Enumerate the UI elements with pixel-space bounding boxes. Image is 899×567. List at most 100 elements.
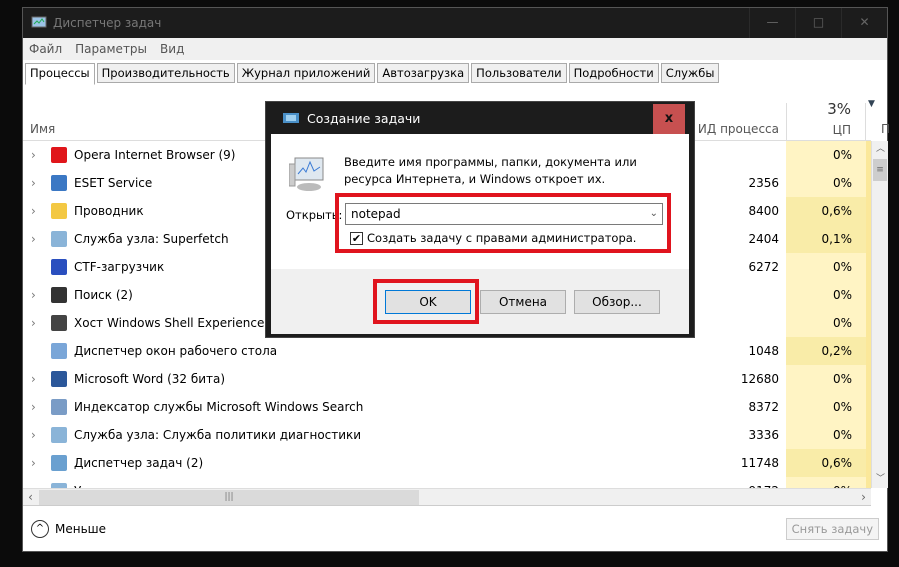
dialog-close-button[interactable]: x bbox=[653, 104, 685, 134]
process-name: Диспетчер задач (2) bbox=[74, 456, 204, 470]
process-pid: 6272 bbox=[748, 260, 779, 274]
word-icon bbox=[51, 371, 67, 387]
process-cpu: 0,1% bbox=[786, 225, 866, 253]
chevron-right-icon[interactable]: › bbox=[31, 232, 36, 246]
cancel-button[interactable]: Отмена bbox=[480, 290, 566, 314]
vertical-scrollbar[interactable]: ︿ ≡ ﹀ bbox=[871, 141, 888, 488]
column-next[interactable]: П bbox=[881, 122, 890, 136]
process-name: Индексатор службы Microsoft Windows Sear… bbox=[74, 400, 364, 414]
process-name: Поиск (2) bbox=[74, 288, 133, 302]
process-name: ESET Service bbox=[74, 176, 153, 190]
chevron-right-icon[interactable]: › bbox=[31, 428, 36, 442]
process-name: CTF-загрузчик bbox=[74, 260, 165, 274]
indexer-icon bbox=[51, 399, 67, 415]
process-cpu: 0,2% bbox=[786, 337, 866, 365]
process-pid: 11748 bbox=[740, 456, 779, 470]
gear-icon bbox=[51, 231, 67, 247]
search-icon bbox=[51, 287, 67, 303]
process-pid: 3336 bbox=[748, 428, 779, 442]
opera-icon bbox=[51, 147, 67, 163]
process-row[interactable]: Диспетчер окон рабочего стола 1048 0,2% bbox=[23, 337, 871, 365]
process-row[interactable]: › Индексатор службы Microsoft Windows Se… bbox=[23, 393, 871, 421]
menu-file[interactable]: Файл bbox=[29, 42, 62, 56]
process-name: Служба узла: Superfetch bbox=[74, 232, 229, 246]
chevron-right-icon[interactable]: › bbox=[31, 372, 36, 386]
open-label: Открыть: bbox=[286, 208, 343, 222]
title-bar: Диспетчер задач — □ ✕ bbox=[23, 8, 887, 38]
run-icon bbox=[283, 113, 299, 123]
process-row[interactable]: › Служба узла: Служба политики диагности… bbox=[23, 421, 871, 449]
process-pid: 2404 bbox=[748, 232, 779, 246]
scroll-left-icon[interactable]: ‹ bbox=[23, 489, 38, 506]
task-manager-icon bbox=[289, 157, 324, 191]
dialog-title-bar: Создание задачи x bbox=[266, 102, 694, 134]
browse-button[interactable]: Обзор... bbox=[574, 290, 660, 314]
scroll-right-icon[interactable]: › bbox=[856, 489, 871, 506]
minimize-button[interactable]: — bbox=[749, 8, 795, 38]
end-task-button[interactable]: Снять задачу bbox=[785, 518, 879, 540]
chevron-right-icon[interactable]: › bbox=[31, 288, 36, 302]
chevron-right-icon[interactable]: › bbox=[31, 148, 36, 162]
dialog-title: Создание задачи bbox=[307, 110, 421, 126]
process-pid: 2356 bbox=[748, 176, 779, 190]
highlight-input-box bbox=[335, 193, 671, 253]
column-name[interactable]: Имя bbox=[30, 122, 55, 136]
process-name: Диспетчер окон рабочего стола bbox=[74, 344, 278, 358]
chevron-right-icon[interactable]: › bbox=[31, 400, 36, 414]
pen-icon bbox=[51, 259, 67, 275]
eset-icon bbox=[51, 175, 67, 191]
sort-down-icon: ▼ bbox=[868, 99, 875, 109]
highlight-ok-box bbox=[373, 279, 479, 324]
process-cpu: 0% bbox=[786, 141, 866, 169]
process-cpu: 0% bbox=[786, 421, 866, 449]
process-name: Хост Windows Shell Experience bbox=[74, 316, 265, 330]
taskmgr-icon bbox=[51, 455, 67, 471]
tab-services[interactable]: Службы bbox=[660, 63, 720, 83]
tab-processes[interactable]: Процессы bbox=[25, 63, 95, 85]
tab-bar: Процессы Производительность Журнал прило… bbox=[23, 63, 721, 85]
chevron-right-icon[interactable]: › bbox=[31, 176, 36, 190]
tab-performance[interactable]: Производительность bbox=[96, 63, 235, 83]
process-cpu: 0% bbox=[786, 477, 866, 488]
process-cpu: 0% bbox=[786, 309, 866, 337]
process-pid: 8400 bbox=[748, 204, 779, 218]
process-cpu: 0% bbox=[786, 393, 866, 421]
process-row[interactable]: › Microsoft Word (32 бита) 12680 0% bbox=[23, 365, 871, 393]
column-cpu[interactable]: 3% ЦП bbox=[786, 100, 866, 141]
folder-icon bbox=[51, 203, 67, 219]
process-row[interactable]: › У... 9172 0% bbox=[23, 477, 871, 488]
tab-startup[interactable]: Автозагрузка bbox=[377, 63, 470, 83]
menu-view[interactable]: Вид bbox=[160, 42, 184, 56]
desktop-icon bbox=[51, 343, 67, 359]
process-cpu: 0% bbox=[786, 281, 866, 309]
dialog-prompt: Введите имя программы, папки, документа … bbox=[344, 155, 637, 186]
tab-app-history[interactable]: Журнал приложений bbox=[236, 63, 376, 83]
process-name: Opera Internet Browser (9) bbox=[74, 148, 236, 162]
close-button[interactable]: ✕ bbox=[841, 8, 887, 38]
horizontal-scrollbar[interactable]: ‹ ||| › bbox=[23, 488, 871, 506]
menu-options[interactable]: Параметры bbox=[75, 42, 147, 56]
scroll-down-icon[interactable]: ﹀ bbox=[872, 471, 889, 488]
chevron-right-icon[interactable]: › bbox=[31, 316, 36, 330]
chevron-right-icon[interactable]: › bbox=[31, 456, 36, 470]
fewer-details-button[interactable]: ^ Меньше bbox=[31, 520, 106, 538]
menu-bar: Файл Параметры Вид bbox=[23, 38, 887, 60]
scroll-up-icon[interactable]: ︿ bbox=[872, 141, 889, 158]
chevron-right-icon[interactable]: › bbox=[31, 204, 36, 218]
maximize-button[interactable]: □ bbox=[795, 8, 841, 38]
process-pid: 1048 bbox=[748, 344, 779, 358]
process-cpu: 0,6% bbox=[786, 197, 866, 225]
window-title: Диспетчер задач bbox=[53, 16, 162, 30]
tab-users[interactable]: Пользователи bbox=[471, 63, 567, 83]
tab-details[interactable]: Подробности bbox=[568, 63, 659, 83]
gear-icon bbox=[51, 427, 67, 443]
column-pid[interactable]: ИД процесса bbox=[698, 122, 779, 136]
process-name: Проводник bbox=[74, 204, 144, 218]
hscroll-thumb[interactable]: ||| bbox=[39, 490, 419, 505]
fewer-label: Меньше bbox=[55, 522, 107, 536]
chevron-up-icon: ^ bbox=[31, 520, 49, 538]
task-manager-icon bbox=[31, 16, 47, 28]
cpu-label: ЦП bbox=[832, 123, 851, 137]
scroll-thumb[interactable]: ≡ bbox=[873, 159, 887, 181]
process-row[interactable]: › Диспетчер задач (2) 11748 0,6% bbox=[23, 449, 871, 477]
